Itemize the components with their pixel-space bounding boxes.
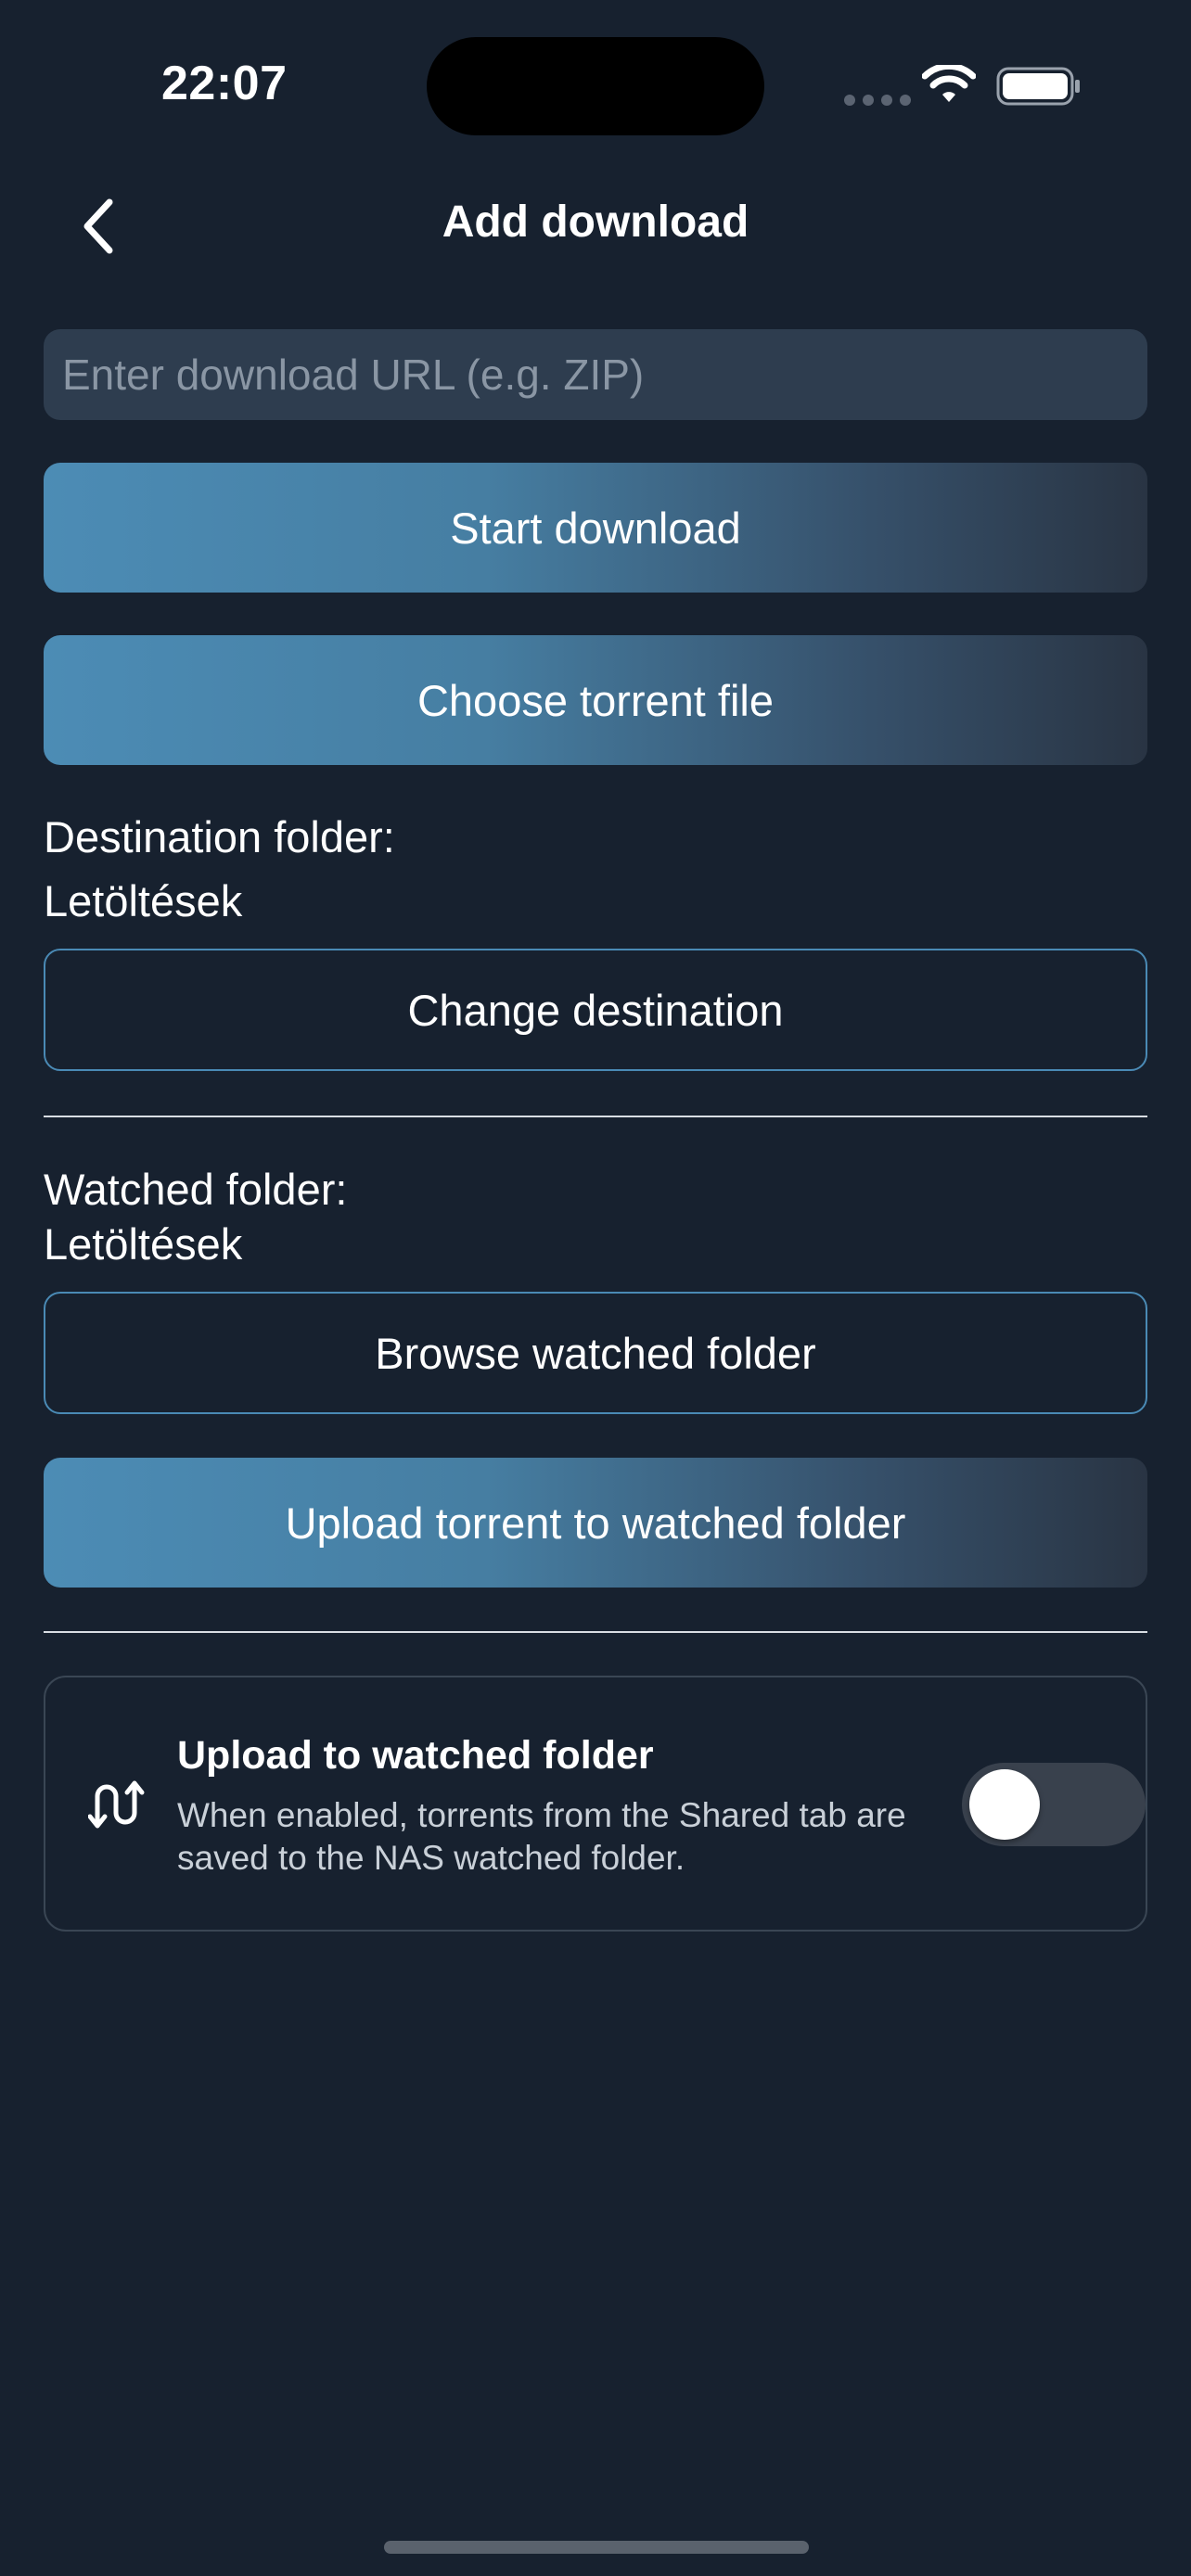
destination-folder-value: Letöltések — [44, 876, 243, 925]
setting-description: When enabled, torrents from the Shared t… — [177, 1796, 906, 1877]
battery-icon — [996, 67, 1080, 106]
page-title: Add download — [442, 198, 749, 247]
toggle-knob — [969, 1769, 1040, 1840]
choose-torrent-file-button[interactable]: Choose torrent file — [44, 635, 1147, 765]
home-indicator[interactable] — [384, 2541, 809, 2554]
divider — [44, 1116, 1147, 1117]
watched-folder-value: Letöltések — [44, 1219, 243, 1269]
wifi-icon — [922, 65, 976, 102]
swap-arrows-icon — [88, 1780, 145, 1829]
upload-to-watched-setting-card: Upload to watched folder When enabled, t… — [44, 1676, 1147, 1932]
start-download-button[interactable]: Start download — [44, 463, 1147, 593]
watched-folder-label: Watched folder: — [44, 1165, 348, 1214]
change-destination-button[interactable]: Change destination — [44, 949, 1147, 1071]
setting-title: Upload to watched folder — [177, 1733, 654, 1778]
add-download-screen: 22:07 Add download Start download Choose… — [0, 0, 1191, 2576]
cellular-signal-icon — [844, 95, 911, 106]
upload-to-watched-toggle[interactable] — [962, 1763, 1146, 1846]
browse-watched-folder-button[interactable]: Browse watched folder — [44, 1292, 1147, 1414]
divider — [44, 1631, 1147, 1633]
upload-torrent-watched-button[interactable]: Upload torrent to watched folder — [44, 1458, 1147, 1588]
dynamic-island — [427, 37, 764, 135]
status-time: 22:07 — [161, 57, 288, 110]
download-url-input[interactable] — [44, 329, 1147, 420]
destination-folder-label: Destination folder: — [44, 812, 395, 861]
